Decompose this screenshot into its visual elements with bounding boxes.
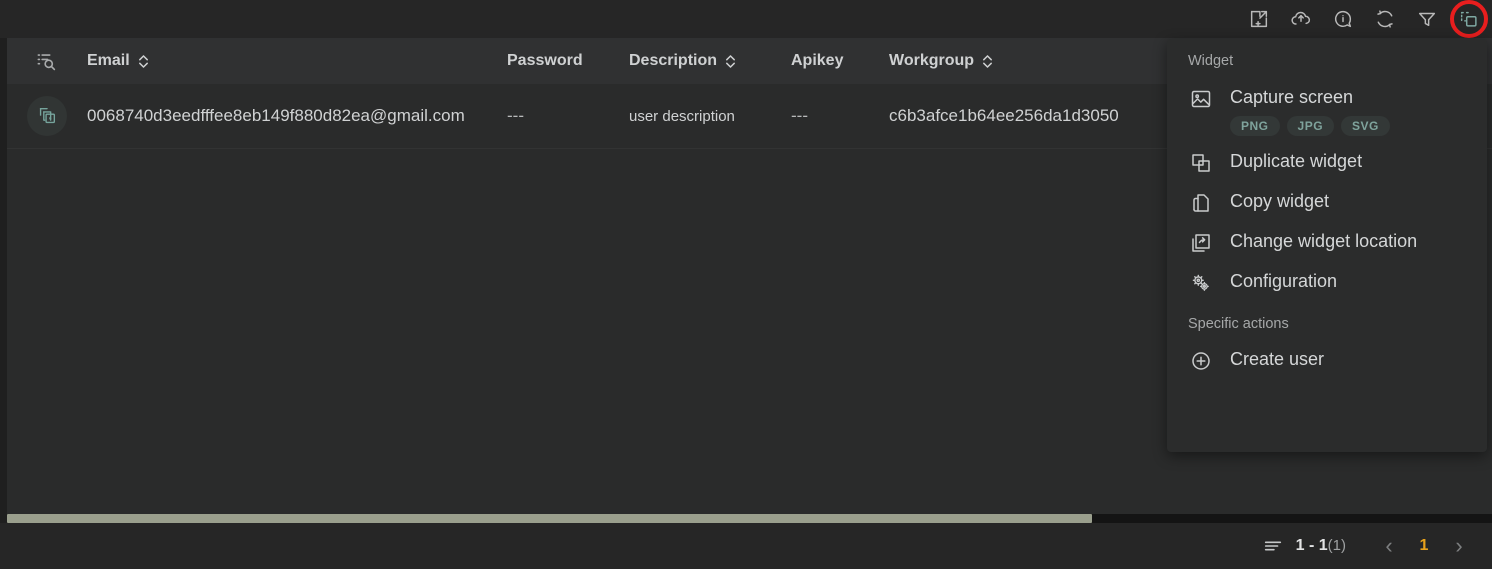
horizontal-scrollbar-track[interactable] xyxy=(7,514,1492,523)
plus-circle-icon xyxy=(1188,348,1214,374)
menu-label-copy-widget: Copy widget xyxy=(1230,191,1330,211)
menu-label-capture-screen: Capture screen xyxy=(1230,87,1354,107)
image-icon xyxy=(1188,86,1214,112)
menu-label-duplicate-widget: Duplicate widget xyxy=(1230,151,1363,171)
list-search-icon[interactable] xyxy=(7,48,87,74)
pagination-page-1[interactable]: 1 xyxy=(1404,537,1444,555)
row-avatar-cell xyxy=(7,96,87,136)
capture-screen-content: Capture screen PNG JPG SVG xyxy=(1230,84,1390,136)
column-label-password: Password xyxy=(507,52,583,69)
column-header-description[interactable]: Description xyxy=(629,52,791,70)
widget-menu-icon[interactable] xyxy=(1450,0,1488,38)
top-toolbar xyxy=(0,0,1492,38)
cell-apikey: --- xyxy=(791,106,808,125)
app-root: Email Password Description Apikey Workgr… xyxy=(0,0,1492,569)
menu-item-copy-widget[interactable]: Copy widget xyxy=(1167,182,1487,222)
pagination-range-text: 1 - 1 xyxy=(1295,537,1328,554)
pagination-total: (1) xyxy=(1327,537,1346,554)
column-header-password[interactable]: Password xyxy=(507,52,629,70)
pagination-prev-button[interactable]: ‹ xyxy=(1374,533,1404,559)
format-badge-jpg[interactable]: JPG xyxy=(1286,116,1335,136)
horizontal-scrollbar-thumb[interactable] xyxy=(7,514,1092,523)
menu-label-create-user: Create user xyxy=(1230,349,1325,369)
sort-icon-description[interactable] xyxy=(724,53,737,70)
info-circle-icon[interactable] xyxy=(1330,6,1356,32)
menu-item-create-user[interactable]: Create user xyxy=(1167,338,1487,384)
export-window-icon[interactable] xyxy=(1246,6,1272,32)
widget-context-menu: Widget Capture screen PNG JPG SVG Duplic… xyxy=(1167,39,1487,452)
rows-lines-icon[interactable] xyxy=(1262,535,1284,557)
menu-item-duplicate-widget[interactable]: Duplicate widget xyxy=(1167,142,1487,182)
copy-media-icon[interactable] xyxy=(27,96,67,136)
cell-password: --- xyxy=(507,106,524,125)
menu-label-configuration: Configuration xyxy=(1230,271,1338,291)
refresh-icon[interactable] xyxy=(1372,6,1398,32)
column-label-email: Email xyxy=(87,52,130,69)
pagination-range: 1 - 1(1) xyxy=(1296,537,1346,555)
menu-section-title-widget: Widget xyxy=(1188,53,1234,69)
column-label-apikey: Apikey xyxy=(791,52,844,69)
cloud-upload-icon[interactable] xyxy=(1288,6,1314,32)
column-label-workgroup: Workgroup xyxy=(889,52,975,69)
pagination-next-button[interactable]: › xyxy=(1444,533,1474,559)
menu-section-title-specific-actions: Specific actions xyxy=(1188,316,1289,332)
change-location-icon xyxy=(1188,230,1214,256)
format-badge-svg[interactable]: SVG xyxy=(1341,116,1390,136)
column-label-description: Description xyxy=(629,52,718,69)
cell-workgroup: c6b3afce1b64ee256da1d3050eaf7 xyxy=(889,106,1119,125)
menu-item-capture-screen[interactable]: Capture screen PNG JPG SVG xyxy=(1167,75,1487,142)
menu-item-configuration[interactable]: Configuration xyxy=(1167,262,1487,302)
filter-icon[interactable] xyxy=(1414,6,1440,32)
duplicate-icon xyxy=(1188,150,1214,176)
menu-label-change-widget-location: Change widget location xyxy=(1230,231,1418,251)
cell-email: 0068740d3eedfffee8eb149f880d82ea@gmail.c… xyxy=(87,106,465,125)
copy-icon xyxy=(1188,190,1214,216)
column-header-email[interactable]: Email xyxy=(87,52,507,70)
pagination-bar: 1 - 1(1) ‹ 1 › xyxy=(0,523,1492,569)
gears-icon xyxy=(1188,270,1214,296)
format-badge-png[interactable]: PNG xyxy=(1230,116,1280,136)
sort-icon-email[interactable] xyxy=(137,53,150,70)
column-header-workgroup[interactable]: Workgroup xyxy=(889,52,1119,70)
capture-format-list: PNG JPG SVG xyxy=(1230,116,1390,136)
sort-icon-workgroup[interactable] xyxy=(981,53,994,70)
cell-description: user description xyxy=(629,107,735,125)
column-header-apikey[interactable]: Apikey xyxy=(791,52,889,70)
menu-item-change-widget-location[interactable]: Change widget location xyxy=(1167,222,1487,262)
